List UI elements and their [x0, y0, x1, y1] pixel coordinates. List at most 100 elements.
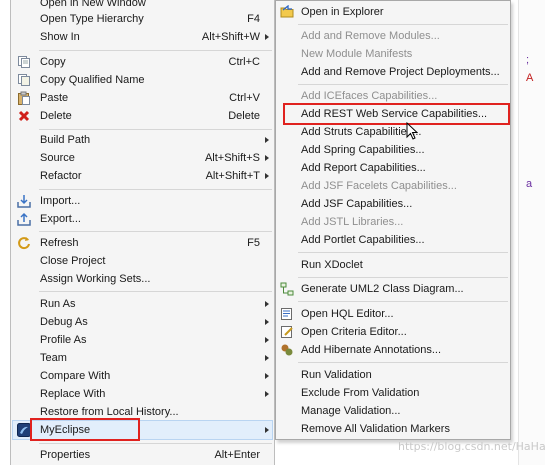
menu-item-source[interactable]: Source Alt+Shift+S [11, 149, 274, 167]
menu-item-copy[interactable]: Copy Ctrl+C [11, 53, 274, 71]
submenu-arrow-icon [265, 373, 269, 379]
menu-separator [39, 443, 272, 444]
menu-item-run-as[interactable]: Run As [11, 295, 274, 313]
menu-item-add-spring-capabilities[interactable]: Add Spring Capabilities... [276, 141, 510, 159]
background-editor-fragment: ; [526, 54, 530, 66]
menu-item-run-validation[interactable]: Run Validation [276, 366, 510, 384]
paste-icon [18, 91, 30, 105]
menu-item-add-report-capabilities[interactable]: Add Report Capabilities... [276, 159, 510, 177]
menu-item-import[interactable]: Import... [11, 192, 274, 210]
menu-item-add-hibernate-annotations[interactable]: Add Hibernate Annotations... [276, 341, 510, 359]
copy-icon [18, 56, 30, 68]
menu-item-shortcut: Alt+Enter [214, 449, 260, 461]
menu-item-profile-as[interactable]: Profile As [11, 331, 274, 349]
menu-item-add-jsf-capabilities[interactable]: Add JSF Capabilities... [276, 195, 510, 213]
menu-item-label: Team [40, 352, 67, 364]
export-icon [17, 212, 31, 226]
menu-item-add-and-remove-project-deployments[interactable]: Add and Remove Project Deployments... [276, 63, 510, 81]
menu-separator [298, 362, 508, 363]
menu-item-properties[interactable]: Properties Alt+Enter [11, 446, 274, 464]
background-editor-strip [518, 0, 545, 465]
menu-item-compare-with[interactable]: Compare With [11, 367, 274, 385]
context-menu: Open in New Window Open Type Hierarchy F… [10, 0, 275, 465]
menu-item-label: Copy [40, 56, 66, 68]
menu-item-refresh[interactable]: Refresh F5 [11, 234, 274, 252]
menu-item-add-jsf-facelets-capabilities[interactable]: Add JSF Facelets Capabilities... [276, 177, 510, 195]
submenu-arrow-icon [265, 173, 269, 179]
menu-item-label: Run Validation [301, 369, 372, 381]
menu-item-label: Open in Explorer [301, 6, 384, 18]
menu-item-exclude-from-validation[interactable]: Exclude From Validation [276, 384, 510, 402]
menu-item-label: Add JSF Capabilities... [301, 198, 413, 210]
menu-item-build-path[interactable]: Build Path [11, 131, 274, 149]
menu-item-add-portlet-capabilities[interactable]: Add Portlet Capabilities... [276, 231, 510, 249]
menu-item-assign-working-sets[interactable]: Assign Working Sets... [11, 270, 274, 288]
annotation-highlight-rest [283, 103, 510, 125]
menu-item-add-jstl-libraries[interactable]: Add JSTL Libraries... [276, 213, 510, 231]
hql-icon [281, 308, 292, 320]
menu-item-export[interactable]: Export... [11, 210, 274, 228]
menu-item-debug-as[interactable]: Debug As [11, 313, 274, 331]
menu-item-label: Compare With [40, 370, 111, 382]
criteria-icon [281, 326, 293, 338]
menu-item-label: Show In [40, 31, 80, 43]
menu-item-label: Run As [40, 298, 76, 310]
menu-item-delete[interactable]: Delete Delete [11, 107, 274, 125]
menu-item-label: Debug As [40, 316, 88, 328]
background-editor-fragment: A [526, 72, 534, 84]
menu-item-label: Source [40, 152, 75, 164]
menu-item-replace-with[interactable]: Replace With [11, 385, 274, 403]
menu-item-shortcut: Alt+Shift+W [201, 31, 260, 43]
menu-item-open-hql-editor[interactable]: Open HQL Editor... [276, 305, 510, 323]
menu-item-generate-uml2-class-diagram[interactable]: Generate UML2 Class Diagram... [276, 280, 510, 298]
menu-separator [39, 129, 272, 130]
menu-item-new-module-manifests[interactable]: New Module Manifests [276, 45, 510, 63]
menu-item-shortcut: F4 [247, 13, 260, 25]
menu-item-paste[interactable]: Paste Ctrl+V [11, 89, 274, 107]
menu-item-close-project[interactable]: Close Project [11, 252, 274, 270]
menu-item-label: Add Portlet Capabilities... [301, 234, 425, 246]
menu-item-run-xdoclet[interactable]: Run XDoclet [276, 256, 510, 274]
menu-item-label: Refactor [40, 170, 82, 182]
submenu-arrow-icon [265, 301, 269, 307]
menu-separator [298, 24, 508, 25]
menu-item-shortcut: Delete [228, 110, 260, 122]
submenu-arrow-icon [265, 391, 269, 397]
menu-item-remove-all-validation-markers[interactable]: Remove All Validation Markers [276, 420, 510, 438]
menu-item-label: Import... [40, 195, 81, 207]
menu-item-copy-qualified-name[interactable]: Copy Qualified Name [11, 71, 274, 89]
menu-item-open-type-hierarchy[interactable]: Open Type Hierarchy F4 [11, 10, 274, 28]
menu-item-open-in-explorer[interactable]: Open in Explorer [276, 3, 510, 21]
menu-item-show-in[interactable]: Show In Alt+Shift+W [11, 28, 274, 46]
menu-item-label: Manage Validation... [301, 405, 401, 417]
submenu-arrow-icon [265, 34, 269, 40]
menu-separator [39, 291, 272, 292]
menu-item-label: Build Path [40, 134, 91, 146]
menu-item-label: Replace With [40, 388, 106, 400]
menu-item-label: Exclude From Validation [301, 387, 420, 399]
menu-item-team[interactable]: Team [11, 349, 274, 367]
menu-separator [39, 189, 272, 190]
menu-item-shortcut: Alt+Shift+S [204, 152, 260, 164]
submenu-arrow-icon [265, 355, 269, 361]
menu-item-label: Export... [40, 213, 81, 225]
menu-item-add-and-remove-modules[interactable]: Add and Remove Modules... [276, 27, 510, 45]
menu-item-refactor[interactable]: Refactor Alt+Shift+T [11, 167, 274, 185]
menu-item-add-struts-capabilities[interactable]: Add Struts Capabilities... [276, 123, 510, 141]
menu-item-label: Add Spring Capabilities... [301, 144, 425, 156]
menu-item-label: Add and Remove Project Deployments... [301, 66, 500, 78]
menu-item-label: Refresh [40, 237, 79, 249]
menu-item-label: Remove All Validation Markers [301, 423, 450, 435]
menu-item-open-criteria-editor[interactable]: Open Criteria Editor... [276, 323, 510, 341]
delete-icon [18, 110, 30, 122]
menu-item-shortcut: Ctrl+V [229, 92, 260, 104]
menu-item-label: Copy Qualified Name [40, 74, 145, 86]
menu-item-label: Add Hibernate Annotations... [301, 344, 442, 356]
menu-item-label: Properties [40, 449, 91, 461]
menu-item-manage-validation[interactable]: Manage Validation... [276, 402, 510, 420]
menu-item-label: Open Criteria Editor... [301, 326, 407, 338]
menu-item-shortcut: Alt+Shift+T [205, 170, 260, 182]
submenu-arrow-icon [265, 155, 269, 161]
menu-separator [39, 50, 272, 51]
submenu-arrow-icon [265, 137, 269, 143]
